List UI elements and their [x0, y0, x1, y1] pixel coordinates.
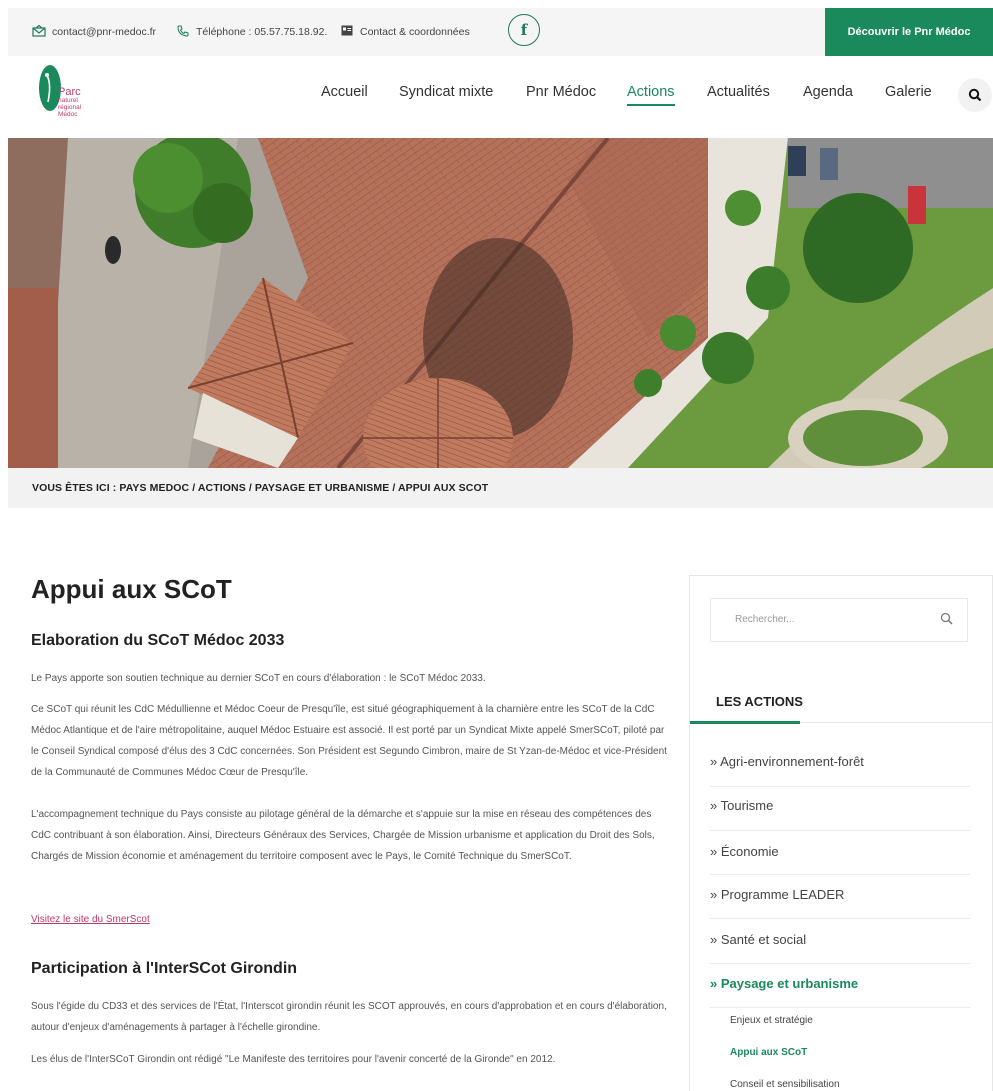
- sidebar-divider: [710, 918, 970, 919]
- hero-aerial-photo: [8, 138, 993, 468]
- paragraph-3: L'accompagnement technique du Pays consi…: [31, 809, 655, 862]
- nav-accueil[interactable]: Accueil: [321, 84, 368, 100]
- paragraph-1: Le Pays apporte son soutien technique au…: [31, 673, 486, 684]
- site-logo[interactable]: Parc naturel régional Médoc: [36, 62, 96, 140]
- sidebar-divider: [710, 874, 970, 875]
- section-title-interscot: Participation à l'InterSCot Girondin: [31, 960, 298, 977]
- email-icon: [32, 24, 46, 40]
- nav-galerie[interactable]: Galerie: [885, 84, 932, 100]
- phone-icon: [176, 25, 190, 40]
- header-search-icon[interactable]: [958, 78, 992, 112]
- sidebar-divider: [710, 1007, 970, 1008]
- search-icon[interactable]: [940, 612, 953, 630]
- smerscot-link[interactable]: Visitez le site du SmerScot: [31, 914, 150, 925]
- paragraph-2: Ce SCoT qui réunit les CdC Médullienne e…: [31, 704, 667, 778]
- sidebar-search-input[interactable]: Rechercher...: [710, 598, 968, 642]
- contact-link[interactable]: Contact & coordonnées: [340, 8, 470, 56]
- sidebar-item-economie[interactable]: » Économie: [710, 844, 970, 859]
- search-placeholder: Rechercher...: [735, 614, 795, 625]
- sidebar-item-agri-environnement[interactable]: » Agri-environnement-forêt: [710, 754, 970, 769]
- site-header: Parc naturel régional Médoc Accueil Synd…: [8, 56, 993, 138]
- email-text: contact@pnr-medoc.fr: [52, 26, 157, 38]
- facebook-icon[interactable]: f: [508, 14, 540, 46]
- phone-text: Téléphone : 05.57.75.18.92.: [196, 26, 328, 38]
- sidebar-subitem-conseil[interactable]: Conseil et sensibilisation: [730, 1079, 840, 1090]
- contact-text: Contact & coordonnées: [360, 26, 470, 38]
- sidebar-subitem-enjeux[interactable]: Enjeux et stratégie: [730, 1015, 813, 1026]
- nav-syndicat-mixte[interactable]: Syndicat mixte: [399, 84, 493, 100]
- breadcrumb: VOUS ÊTES ICI : PAYS MEDOC / ACTIONS / P…: [8, 468, 993, 508]
- sidebar-title-accent: [690, 721, 800, 724]
- sidebar-item-sante-social[interactable]: » Santé et social: [710, 932, 970, 947]
- sidebar-subitem-appui-scot[interactable]: Appui aux SCoT: [730, 1047, 807, 1058]
- sidebar-item-paysage-urbanisme[interactable]: » Paysage et urbanisme: [710, 976, 970, 991]
- nav-agenda[interactable]: Agenda: [803, 84, 853, 100]
- sidebar-item-tourisme[interactable]: » Tourisme: [710, 798, 970, 813]
- page-title: Appui aux SCoT: [31, 574, 232, 604]
- nav-pnr-medoc[interactable]: Pnr Médoc: [526, 84, 596, 100]
- sidebar-title: LES ACTIONS: [716, 694, 803, 709]
- top-bar: contact@pnr-medoc.fr Téléphone : 05.57.7…: [8, 8, 993, 56]
- nav-active-underline: [627, 104, 675, 106]
- sidebar-item-leader[interactable]: » Programme LEADER: [710, 887, 970, 902]
- section-title-scot-medoc: Elaboration du SCoT Médoc 2033: [31, 632, 285, 649]
- nav-actualites[interactable]: Actualités: [707, 84, 770, 100]
- paragraph-4: Sous l'égide du CD33 et des services de …: [31, 1001, 667, 1033]
- nav-actions[interactable]: Actions: [627, 84, 675, 100]
- discover-button[interactable]: Découvrir le Pnr Médoc: [825, 8, 993, 56]
- phone-link[interactable]: Téléphone : 05.57.75.18.92.: [176, 8, 327, 56]
- sidebar-divider: [710, 963, 970, 964]
- sidebar: Rechercher... LES ACTIONS » Agri-environ…: [689, 575, 993, 1091]
- logo-text: Parc naturel régional Médoc: [58, 86, 82, 119]
- paragraph-5: Les élus de l'InterSCoT Girondin ont réd…: [31, 1054, 556, 1065]
- contact-card-icon: [340, 25, 354, 39]
- sidebar-divider: [710, 830, 970, 831]
- email-link[interactable]: contact@pnr-medoc.fr: [32, 8, 156, 56]
- sidebar-divider: [710, 786, 970, 787]
